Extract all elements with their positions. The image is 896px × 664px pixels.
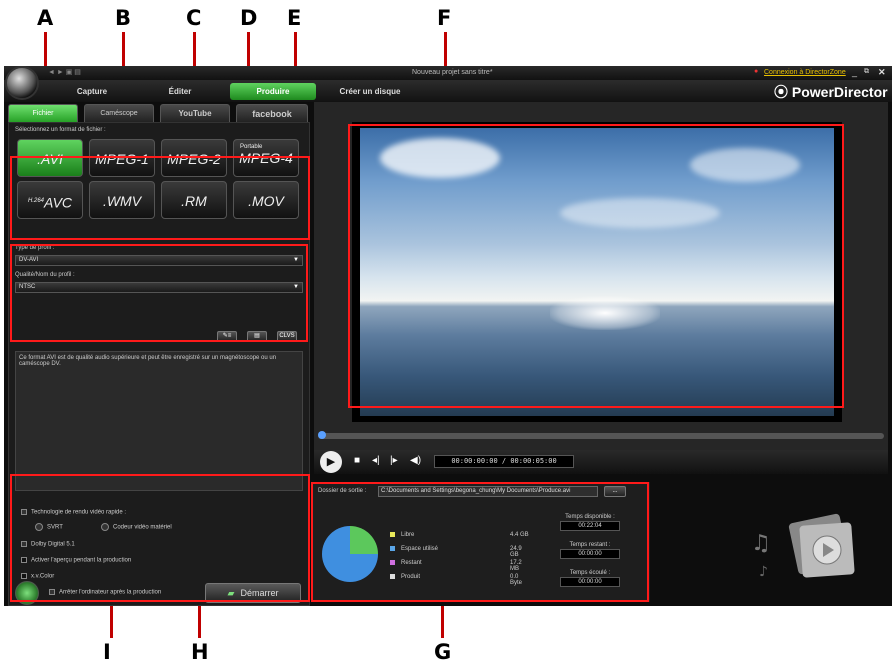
callout-c: C (186, 6, 202, 30)
tab-camcorder[interactable]: Caméscope (84, 104, 154, 122)
play-button[interactable]: ▶ (320, 451, 342, 473)
playback-controls: ▶ ■ ◂| |▸ ◀) 00:00:00:00 / 00:00:05:00 (314, 450, 888, 474)
highlight-options (10, 474, 310, 602)
callout-h: H (191, 640, 209, 664)
volume-icon[interactable]: ◀) (410, 455, 421, 466)
leader-g (441, 604, 444, 638)
callout-d: D (240, 6, 258, 30)
tab-facebook[interactable]: facebook (236, 104, 308, 122)
leader-i (110, 604, 113, 638)
directorzone-icon: ● (754, 68, 759, 75)
next-frame-icon[interactable]: |▸ (390, 455, 398, 466)
format-heading: Sélectionnez un format de fichier : (15, 127, 106, 133)
scrubber-handle[interactable] (318, 431, 326, 439)
highlight-profile-settings (10, 244, 308, 342)
timecode-display: 00:00:00:00 / 00:00:05:00 (434, 455, 574, 468)
callout-f: F (437, 6, 452, 30)
tab-youtube[interactable]: YouTube (160, 104, 230, 122)
highlight-output (311, 482, 649, 602)
stop-icon[interactable]: ■ (354, 455, 360, 466)
brand-icon: ⦿ (774, 84, 788, 100)
music-film-decoration-icon: ♫ ♪ (751, 513, 855, 580)
callout-a: A (37, 6, 54, 30)
minimize-icon[interactable]: _ (852, 67, 857, 77)
title-bar: ◄ ► ▣ ▤ Nouveau projet sans titre* ● Con… (4, 66, 892, 80)
produce-subtabs: Fichier Caméscope YouTube facebook (8, 104, 310, 122)
tab-create-disc[interactable]: Créer un disque (330, 83, 410, 100)
restore-icon[interactable]: ⧉ (864, 68, 869, 76)
quick-toolbar-icons[interactable]: ◄ ► ▣ ▤ (48, 68, 81, 76)
highlight-format-buttons (10, 156, 310, 240)
svg-text:♫: ♫ (751, 531, 771, 556)
tab-edit[interactable]: Éditer (150, 83, 210, 100)
tab-file[interactable]: Fichier (8, 104, 78, 122)
previous-frame-icon[interactable]: ◂| (372, 455, 380, 466)
callout-e: E (287, 6, 302, 30)
brand-logo: ⦿ PowerDirector (774, 82, 888, 102)
menu-bar: Capture Éditer Produire Créer un disque … (4, 80, 892, 102)
svg-text:♪: ♪ (759, 564, 768, 580)
window-title: Nouveau projet sans titre* (412, 69, 493, 76)
connect-link[interactable]: Connexion à DirectorZone (764, 69, 846, 76)
callout-b: B (115, 6, 132, 30)
app-logo[interactable] (5, 66, 39, 100)
highlight-preview (348, 124, 844, 408)
brand-name: PowerDirector (791, 84, 888, 100)
tab-produce[interactable]: Produire (230, 83, 316, 100)
timeline-scrubber[interactable] (318, 433, 884, 439)
callout-i: I (103, 640, 111, 664)
tab-capture[interactable]: Capture (62, 83, 122, 100)
close-icon[interactable]: ✕ (878, 67, 886, 78)
format-description: Ce format AVI est de qualité audio supér… (15, 351, 303, 491)
callout-g: G (434, 640, 452, 664)
